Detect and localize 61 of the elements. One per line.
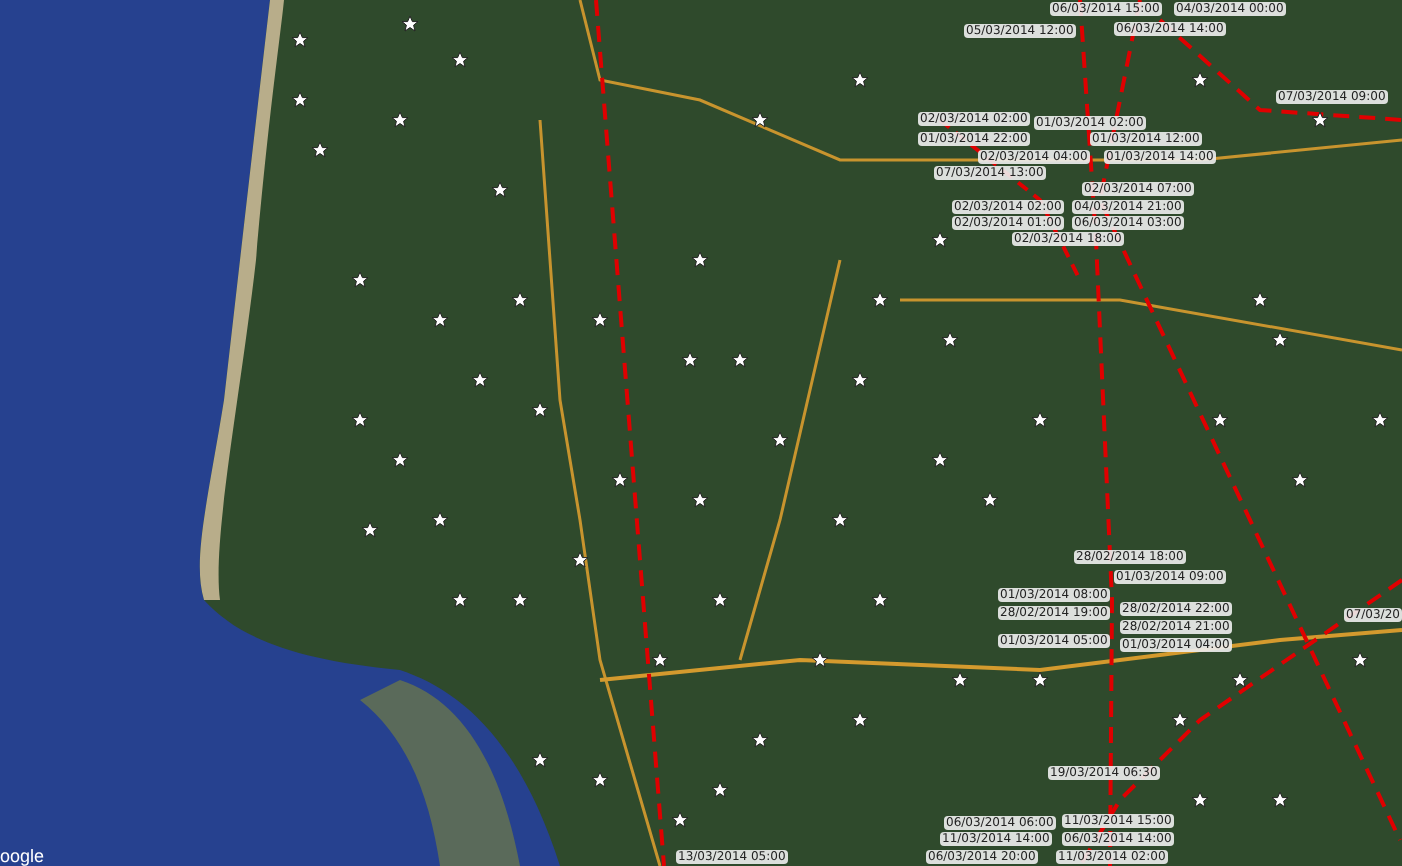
star-marker-icon — [401, 15, 419, 32]
star-marker-icon — [751, 731, 769, 748]
star-marker-icon — [1291, 471, 1309, 488]
star-marker-icon — [351, 271, 369, 288]
star-marker-icon — [1031, 411, 1049, 428]
star-marker-icon — [941, 331, 959, 348]
star-marker-icon — [361, 521, 379, 538]
star-marker-icon — [591, 311, 609, 328]
star-marker-icon — [1191, 791, 1209, 808]
star-marker-icon — [851, 371, 869, 388]
star-marker-icon — [311, 141, 329, 158]
star-marker-icon — [291, 91, 309, 108]
star-marker-icon — [811, 651, 829, 668]
star-marker-icon — [391, 451, 409, 468]
star-marker-icon — [931, 231, 949, 248]
star-marker-icon — [451, 51, 469, 68]
star-marker-icon — [1211, 411, 1229, 428]
star-marker-icon — [1231, 671, 1249, 688]
star-marker-icon — [471, 371, 489, 388]
star-marker-icon — [1251, 291, 1269, 308]
star-marker-icon — [831, 511, 849, 528]
star-marker-icon — [851, 71, 869, 88]
star-marker-icon — [931, 451, 949, 468]
star-marker-icon — [511, 291, 529, 308]
star-marker-icon — [671, 811, 689, 828]
star-marker-icon — [351, 411, 369, 428]
star-marker-icon — [1351, 651, 1369, 668]
star-marker-icon — [871, 591, 889, 608]
star-marker-icon — [531, 401, 549, 418]
star-marker-icon — [681, 351, 699, 368]
star-marker-icon — [531, 751, 549, 768]
star-marker-icon — [1271, 791, 1289, 808]
star-marker-icon — [691, 251, 709, 268]
star-marker-icon — [771, 431, 789, 448]
star-marker-icon — [511, 591, 529, 608]
star-marker-icon — [731, 351, 749, 368]
star-marker-icon — [391, 111, 409, 128]
star-marker-icon — [431, 511, 449, 528]
star-marker-icon — [751, 111, 769, 128]
star-marker-icon — [981, 491, 999, 508]
star-marker-icon — [1311, 111, 1329, 128]
star-marker-icon — [571, 551, 589, 568]
star-marker-icon — [491, 181, 509, 198]
map-attribution: oogle — [0, 846, 45, 866]
star-marker-icon — [1171, 711, 1189, 728]
star-marker-icon — [1371, 411, 1389, 428]
star-marker-icon — [1271, 331, 1289, 348]
star-marker-icon — [871, 291, 889, 308]
star-marker-icon — [951, 671, 969, 688]
star-marker-icon — [431, 311, 449, 328]
star-marker-icon — [611, 471, 629, 488]
star-marker-icon — [591, 771, 609, 788]
star-marker-icon — [1191, 71, 1209, 88]
star-marker-icon — [451, 591, 469, 608]
star-marker-icon — [851, 711, 869, 728]
star-marker-icon — [691, 491, 709, 508]
star-marker-icon — [1031, 671, 1049, 688]
star-marker-icon — [711, 781, 729, 798]
star-marker-icon — [651, 651, 669, 668]
star-marker-icon — [711, 591, 729, 608]
star-marker-icon — [291, 31, 309, 48]
